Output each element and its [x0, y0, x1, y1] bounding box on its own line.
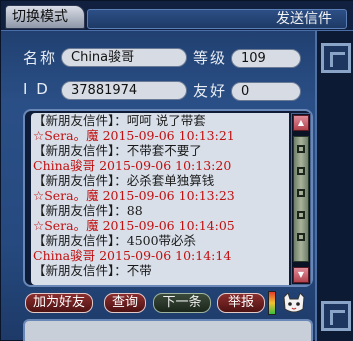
message-line: 【新朋友信件】：必杀套单独算钱: [33, 173, 215, 188]
name-label: 名称: [23, 49, 58, 67]
pattern-icon: [297, 145, 305, 153]
message-panel: 【新朋友信件】：呵呵 说了带套 ☆Sera。魔 2015-09-06 10:13…: [23, 109, 313, 287]
scroll-thumb[interactable]: [293, 136, 309, 262]
decorative-rail: [315, 31, 353, 341]
message-line: ☆Sera。魔 2015-09-06 10:13:23: [33, 188, 235, 203]
next-button[interactable]: 下一条: [153, 293, 211, 313]
message-line: 【新朋友信件】：4500带必杀: [33, 233, 197, 248]
title-area: 发送信件: [87, 9, 347, 29]
message-input[interactable]: [23, 319, 313, 341]
add-friend-button[interactable]: 加为好友: [25, 293, 93, 313]
scrollbar[interactable]: ▲ ▼: [291, 113, 311, 285]
ornament-icon: [321, 301, 351, 331]
level-field: 109: [231, 49, 301, 68]
report-button[interactable]: 举报: [217, 293, 265, 313]
name-field: China骏哥: [61, 48, 187, 67]
message-line: ☆Sera。魔 2015-09-06 10:13:21: [33, 128, 235, 143]
ornament-icon: [321, 43, 351, 73]
switch-mode-button[interactable]: 切换模式: [5, 5, 85, 29]
id-field: 37881974: [61, 81, 187, 100]
mail-window: 切换模式 发送信件 名称 China骏哥 等级 109 I D 37881974…: [0, 0, 353, 341]
signal-light-icon: [268, 291, 276, 315]
level-label: 等级: [193, 49, 228, 67]
scroll-down-icon[interactable]: ▼: [293, 267, 309, 283]
message-line: 【新朋友信件】：不带套不要了: [33, 143, 202, 158]
message-line: ☆Sera。魔 2015-09-06 10:14:05: [33, 218, 235, 233]
lookup-button[interactable]: 查询: [104, 293, 146, 313]
message-list[interactable]: 【新朋友信件】：呵呵 说了带套 ☆Sera。魔 2015-09-06 10:13…: [31, 113, 289, 285]
message-line: 【新朋友信件】：88: [33, 203, 143, 218]
message-line: 【新朋友信件】：呵呵 说了带套: [33, 113, 206, 128]
pattern-icon: [297, 211, 305, 219]
title-bar: 切换模式 发送信件: [1, 1, 353, 31]
message-line: 【新朋友信件】：不带: [33, 263, 152, 278]
message-line: China骏哥 2015-09-06 10:14:14: [33, 248, 232, 263]
scroll-up-icon[interactable]: ▲: [293, 115, 309, 131]
friendship-field: 0: [231, 82, 301, 101]
id-label: I D: [23, 80, 50, 98]
message-line: China骏哥 2015-09-06 10:13:20: [33, 158, 232, 173]
cat-avatar-icon[interactable]: [281, 291, 307, 315]
window-title: 发送信件: [276, 11, 332, 27]
pattern-icon: [297, 233, 305, 241]
pattern-icon: [297, 189, 305, 197]
friendship-label: 友好: [193, 82, 228, 100]
pattern-icon: [297, 167, 305, 175]
